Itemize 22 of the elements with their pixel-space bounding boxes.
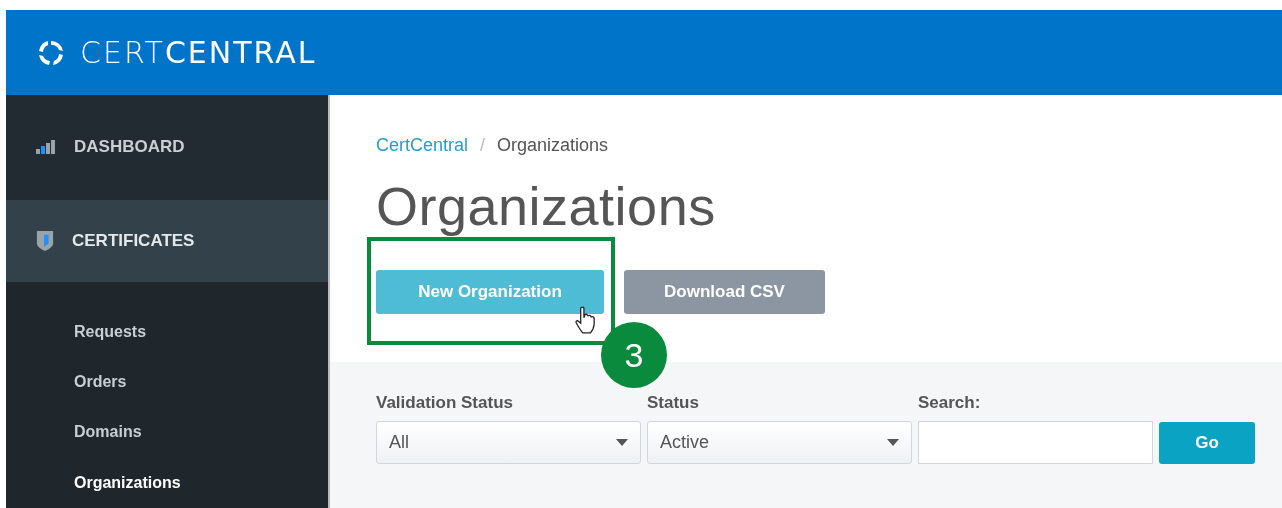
search-field[interactable] (918, 421, 1153, 464)
step-badge: 3 (601, 322, 667, 388)
sidebar-subitem[interactable]: Domains (6, 407, 328, 458)
sidebar-subitem[interactable]: Organizations (6, 457, 328, 508)
hand-cursor-icon (574, 306, 596, 334)
breadcrumb-separator: / (480, 135, 486, 156)
signal-bars-icon (36, 140, 56, 155)
filter-label: Status (647, 393, 700, 413)
filter-label: Search: (918, 393, 982, 413)
shield-icon (36, 230, 54, 252)
status-dropdown[interactable]: Active (647, 421, 912, 464)
logo-text: CERTCENTRAL (80, 35, 317, 70)
page-title: Organizations (376, 176, 717, 236)
caret-icon (887, 439, 899, 446)
sidebar-subitem[interactable]: Requests (6, 306, 328, 357)
validation-status-dropdown[interactable]: All (376, 421, 641, 464)
caret-icon (616, 439, 628, 446)
sidebar-subitem[interactable]: Orders (6, 356, 328, 408)
breadcrumb-current: Organizations (497, 135, 609, 156)
sidebar-section-item[interactable]: DASHBOARD (6, 95, 328, 200)
filter-label: Validation Status (376, 393, 514, 413)
sidebar-section-item[interactable]: CERTIFICATES (6, 199, 328, 283)
